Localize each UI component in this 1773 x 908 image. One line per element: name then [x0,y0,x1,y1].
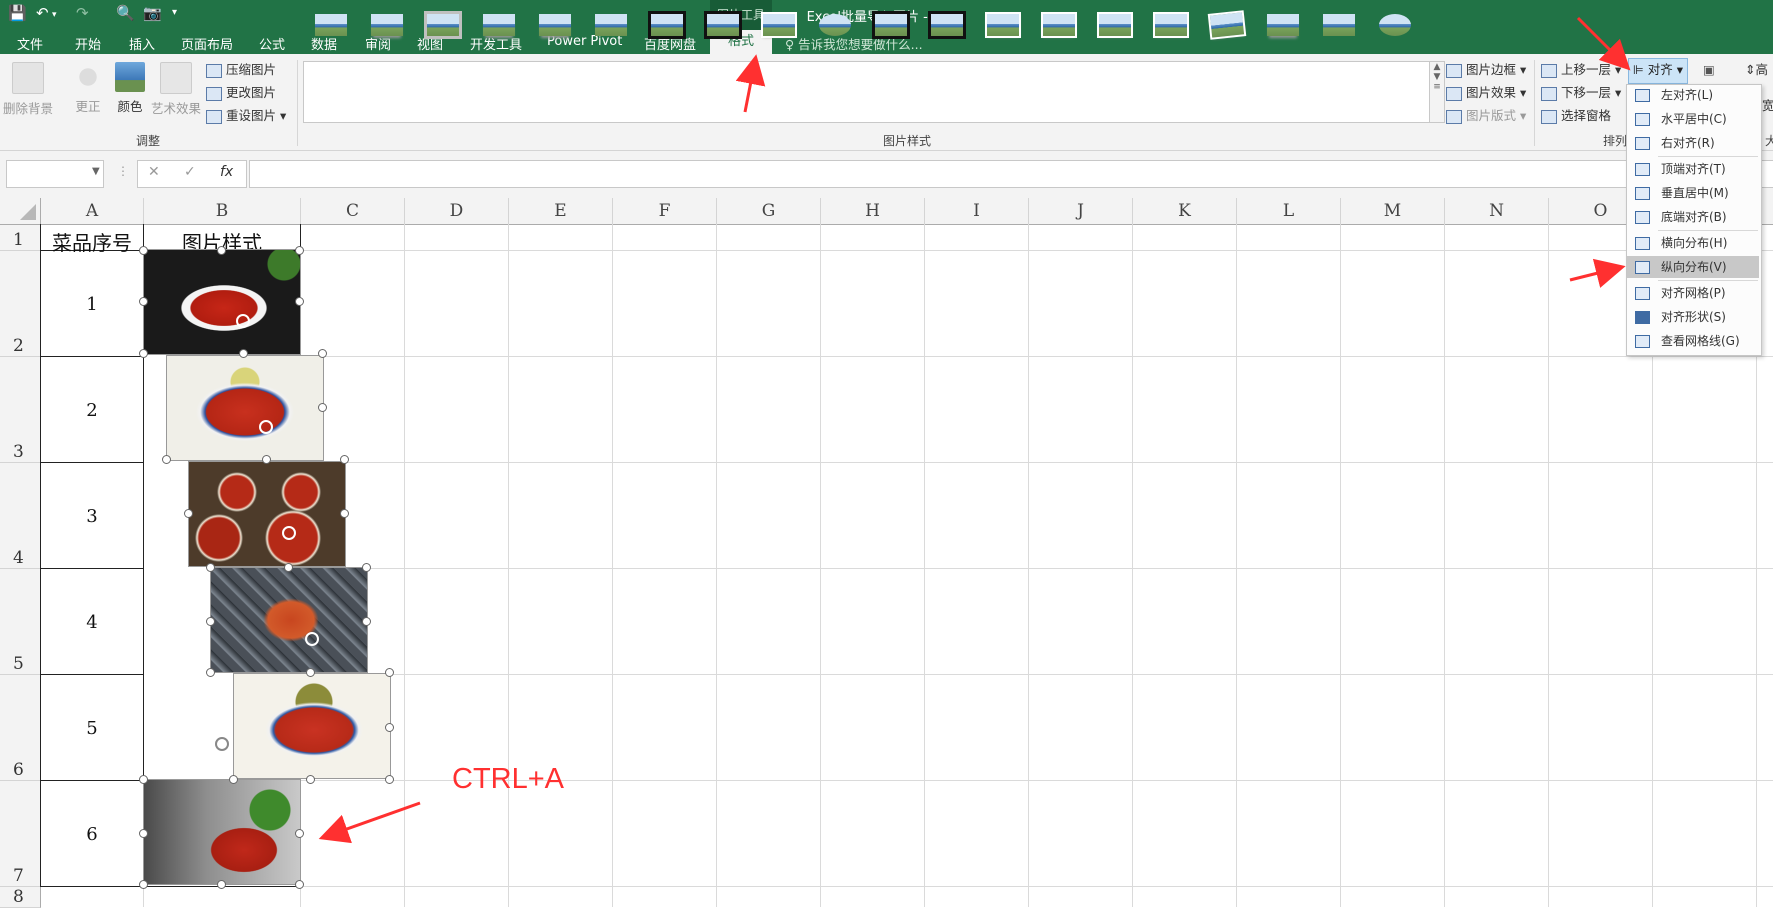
arrow-to-distribute-vertical [1569,258,1626,288]
arrow-to-images [318,801,421,844]
arrow-to-align-button [1576,16,1631,71]
annotation-arrows [318,16,1631,844]
arrow-to-format-tab [735,54,766,113]
